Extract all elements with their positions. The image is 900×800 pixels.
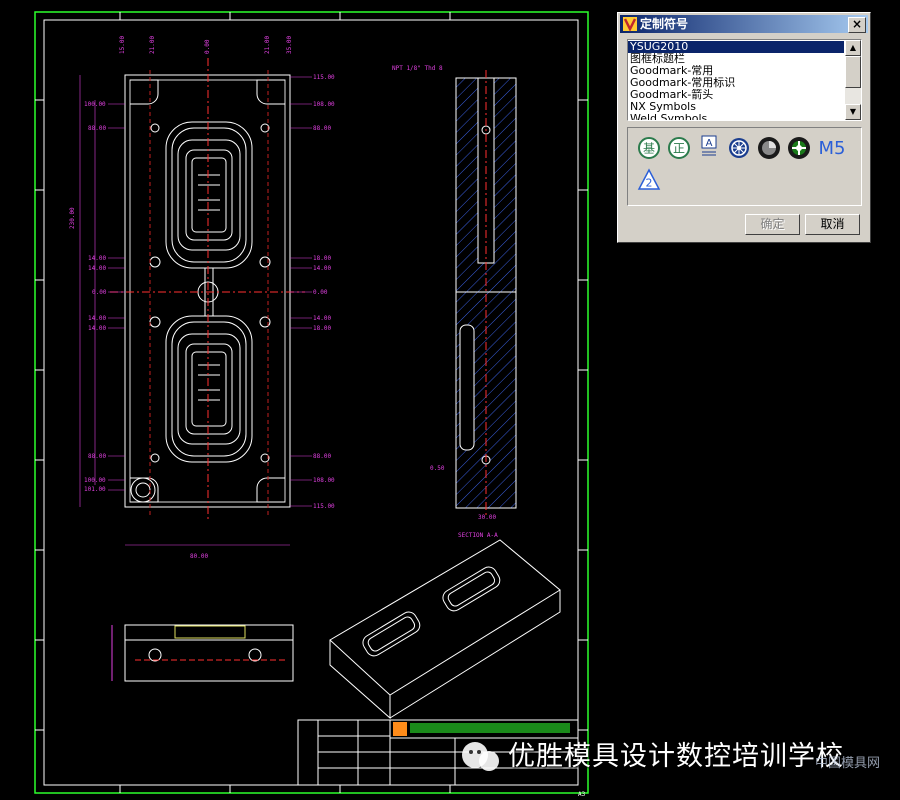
close-button[interactable]: × <box>848 17 866 33</box>
top-view-dimension-lines <box>79 75 312 546</box>
symbol-m5-icon[interactable]: M5 <box>815 134 849 160</box>
dim-right-9: 108.00 <box>313 477 335 484</box>
svg-text:A: A <box>706 138 713 149</box>
custom-symbol-dialog[interactable]: 定制符号 × YSUG2010 图框标题栏 Goodmark-常用 Goodmark-… <box>617 12 871 243</box>
dim-right-1: 108.00 <box>313 101 335 108</box>
scroll-down-button[interactable]: ▼ <box>845 104 861 120</box>
cancel-button[interactable]: 取消 <box>805 214 860 235</box>
list-item[interactable]: YSUG2010 <box>628 41 844 53</box>
symbol-a-box-icon[interactable]: A <box>697 134 721 158</box>
dim-left-3: 14.00 <box>88 265 106 272</box>
dim-left-5: 14.00 <box>88 315 106 322</box>
side-view <box>111 624 294 682</box>
dim-top-2: 0.00 <box>204 39 211 54</box>
sheet-label: A3 <box>578 791 586 798</box>
symbol-triangle-2-icon[interactable]: 2 <box>637 168 661 192</box>
dim-right-2: 88.00 <box>313 125 331 132</box>
dim-bottom: 80.00 <box>190 553 208 560</box>
list-item[interactable]: Goodmark-常用标识 <box>628 77 844 89</box>
symbol-wheel-icon[interactable] <box>727 136 751 160</box>
symbol-ji-icon[interactable]: 基 <box>637 136 661 160</box>
nx-app-icon <box>623 17 637 32</box>
dim-right-5: 0.00 <box>313 289 328 296</box>
dim-left-2: 14.00 <box>88 255 106 262</box>
small-note: 0.50 <box>430 465 445 472</box>
section-width-dim: 30.00 <box>478 514 496 521</box>
dim-left-7: 88.00 <box>88 453 106 460</box>
top-view-dimension-text: 100.00 88.00 14.00 14.00 0.00 14.00 14.0… <box>69 36 335 560</box>
watermark-logo <box>462 742 499 771</box>
dim-right-6: 14.00 <box>313 315 331 322</box>
symbol-zheng-icon[interactable]: 正 <box>667 136 691 160</box>
dim-top-0: 15.00 <box>119 36 126 54</box>
svg-text:正: 正 <box>673 142 685 156</box>
svg-text:基: 基 <box>643 142 655 156</box>
section-title: SECTION A-A <box>458 532 498 539</box>
dim-left-4: 0.00 <box>92 289 107 296</box>
dim-left-1: 88.00 <box>88 125 106 132</box>
symbol-target-icon[interactable] <box>787 136 811 160</box>
dim-right-8: 88.00 <box>313 453 331 460</box>
list-scrollbar[interactable]: ▲ ▼ <box>845 40 861 120</box>
dim-top-4: 35.00 <box>286 36 293 54</box>
dialog-titlebar[interactable]: 定制符号 × <box>620 15 868 33</box>
ok-button[interactable]: 确定 <box>745 214 800 235</box>
dim-total: 230.00 <box>69 207 76 229</box>
dim-left-8: 100.00 <box>84 477 106 484</box>
symbol-library-items: YSUG2010 图框标题栏 Goodmark-常用 Goodmark-常用标识 Goo… <box>628 41 844 120</box>
list-item[interactable]: Goodmark-常用 <box>628 65 844 77</box>
list-item[interactable]: Goodmark-箭头 <box>628 89 844 101</box>
list-item[interactable]: Weld Symbols <box>628 113 844 120</box>
list-item[interactable]: NX Symbols <box>628 101 844 113</box>
dim-left-9: 101.00 <box>84 486 106 493</box>
svg-text:2: 2 <box>646 177 653 190</box>
scroll-up-button[interactable]: ▲ <box>845 40 861 56</box>
symbol-palette: 基 正 A M5 2 <box>627 127 862 206</box>
dialog-title: 定制符号 <box>640 17 689 31</box>
dim-right-3: 18.00 <box>313 255 331 262</box>
top-view-centerlines <box>110 58 305 520</box>
symbol-gear-icon[interactable] <box>757 136 781 160</box>
hole-note: NPT 1/8" Thd 8 <box>392 65 443 72</box>
dim-right-10: 115.00 <box>313 503 335 510</box>
dim-right-0: 115.00 <box>313 74 335 81</box>
watermark-site: 中国模具网 <box>815 756 881 771</box>
dim-left-6: 14.00 <box>88 325 106 332</box>
svg-text:M5: M5 <box>819 138 846 159</box>
dim-left-0: 100.00 <box>84 101 106 108</box>
dim-top-3: 21.00 <box>264 36 271 54</box>
section-view: SECTION A-A 30.00 NPT 1/8" Thd 8 0.50 <box>392 65 517 539</box>
dim-right-4: 14.00 <box>313 265 331 272</box>
watermark-text: 优胜模具设计数控培训学校 <box>508 741 844 772</box>
scroll-thumb[interactable] <box>845 56 861 88</box>
dim-top-1: 21.00 <box>149 36 156 54</box>
symbol-library-list[interactable]: YSUG2010 图框标题栏 Goodmark-常用 Goodmark-常用标识 Goo… <box>627 39 862 121</box>
list-item[interactable]: 图框标题栏 <box>628 53 844 65</box>
dim-right-7: 18.00 <box>313 325 331 332</box>
isometric-view <box>329 539 561 720</box>
